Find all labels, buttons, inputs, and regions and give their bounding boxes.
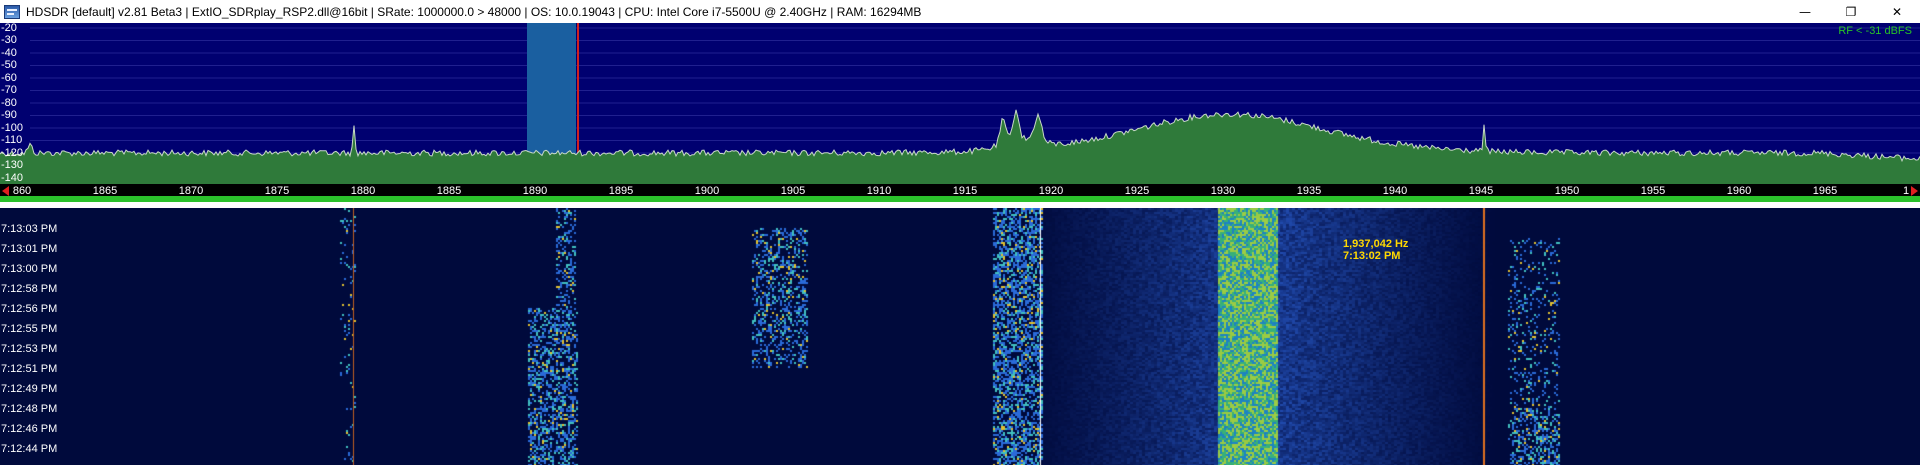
- db-label: -100: [1, 122, 24, 134]
- close-button[interactable]: ✕: [1874, 0, 1920, 23]
- freq-label: 1885: [436, 185, 462, 197]
- db-label: -90: [1, 109, 17, 121]
- db-label: -60: [1, 72, 17, 84]
- freq-label: 1910: [866, 185, 892, 197]
- time-label: 7:12:49 PM: [1, 383, 58, 395]
- freq-label: 1950: [1554, 185, 1580, 197]
- db-label: -40: [1, 47, 17, 59]
- time-label: 7:13:01 PM: [1, 243, 58, 255]
- time-label: 7:12:58 PM: [1, 283, 58, 295]
- time-label: 7:12:55 PM: [1, 323, 58, 335]
- freq-label: 1865: [92, 185, 118, 197]
- db-label: -130: [1, 159, 24, 171]
- db-label: -20: [1, 23, 17, 34]
- minimize-button[interactable]: —: [1782, 0, 1828, 23]
- db-label: -30: [1, 34, 17, 46]
- rf-level-indicator: RF < -31 dBFS: [1838, 25, 1912, 37]
- time-label: 7:12:46 PM: [1, 423, 58, 435]
- freq-label: 1875: [264, 185, 290, 197]
- cursor-readout: 1,937,042 Hz 7:13:02 PM: [1343, 238, 1408, 262]
- scroll-left-arrow-icon[interactable]: [2, 186, 9, 196]
- time-label: 7:12:53 PM: [1, 343, 58, 355]
- freq-label: 1965: [1812, 185, 1838, 197]
- spectrum-graph: [0, 23, 1920, 184]
- freq-label: 1945: [1468, 185, 1494, 197]
- scroll-right-arrow-icon[interactable]: [1911, 186, 1918, 196]
- frequency-scale[interactable]: 860 1865 1870 1875 1880 1885 1890 1895 1…: [0, 184, 1920, 202]
- db-label: -80: [1, 97, 17, 109]
- db-label: -140: [1, 172, 24, 184]
- freq-label: 1960: [1726, 185, 1752, 197]
- title-bar: HDSDR [default] v2.81 Beta3 | ExtIO_SDRp…: [0, 0, 1920, 23]
- freq-label: 1915: [952, 185, 978, 197]
- freq-label: 1895: [608, 185, 634, 197]
- freq-label: 1880: [350, 185, 376, 197]
- freq-label: 1920: [1038, 185, 1064, 197]
- waterfall-image: [0, 208, 1920, 465]
- freq-label: 1930: [1210, 185, 1236, 197]
- cursor-frequency: 1,937,042 Hz: [1343, 238, 1409, 250]
- freq-label: 1900: [694, 185, 720, 197]
- spectrum-fill: [0, 109, 1920, 184]
- freq-label: 1870: [178, 185, 204, 197]
- time-label: 7:12:51 PM: [1, 363, 58, 375]
- window-title: HDSDR [default] v2.81 Beta3 | ExtIO_SDRp…: [26, 4, 922, 19]
- time-label: 7:13:00 PM: [1, 263, 58, 275]
- cursor-time: 7:13:02 PM: [1343, 250, 1401, 262]
- db-label: -70: [1, 84, 17, 96]
- freq-label: 1955: [1640, 185, 1666, 197]
- maximize-button[interactable]: ❐: [1828, 0, 1874, 23]
- freq-label: 1905: [780, 185, 806, 197]
- freq-label: 1935: [1296, 185, 1322, 197]
- freq-label: 860: [12, 185, 32, 197]
- time-label: 7:12:44 PM: [1, 443, 58, 455]
- waterfall-display[interactable]: 7:13:03 PM 7:13:01 PM 7:13:00 PM 7:12:58…: [0, 208, 1920, 465]
- time-label: 7:13:03 PM: [1, 223, 58, 235]
- db-label: -50: [1, 59, 17, 71]
- spectrum-display[interactable]: -20 -30 -40 -50 -60 -70 -80 -90 -100 -11…: [0, 23, 1920, 184]
- db-label: -120: [1, 147, 24, 159]
- time-label: 7:12:48 PM: [1, 403, 58, 415]
- db-label: -110: [1, 134, 23, 146]
- freq-label: 1940: [1382, 185, 1408, 197]
- time-label: 7:12:56 PM: [1, 303, 58, 315]
- freq-label: 1890: [522, 185, 548, 197]
- hdsdr-app-icon: [4, 4, 20, 19]
- freq-label: 1: [1902, 185, 1910, 197]
- freq-label: 1925: [1124, 185, 1150, 197]
